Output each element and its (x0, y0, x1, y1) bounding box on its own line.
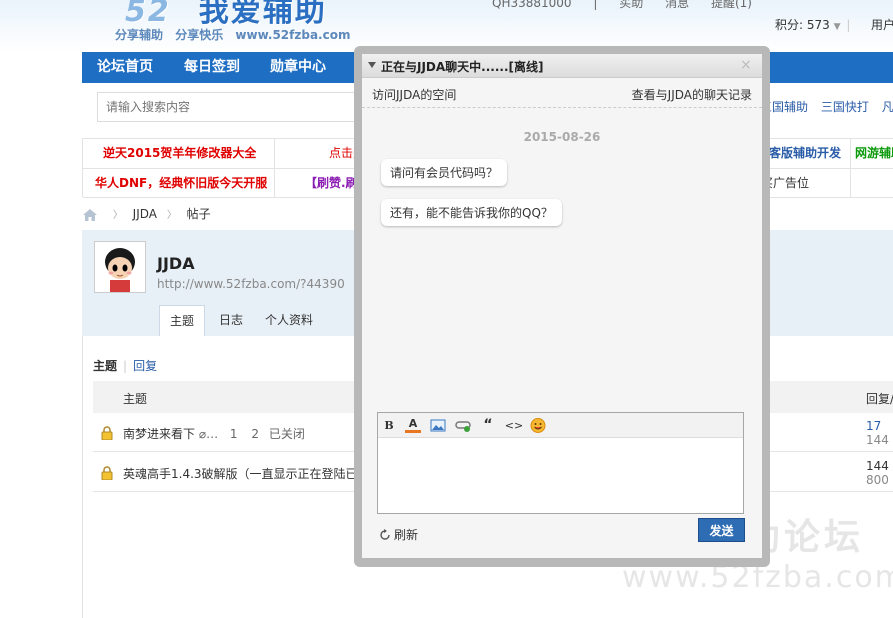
top-link-messages[interactable]: 消息 (665, 0, 689, 10)
chat-history-link[interactable]: 查看与JJDA的聊天记录 (632, 86, 752, 103)
ad-link[interactable]: 逆天2015贺羊年修改器大全 (103, 139, 256, 168)
breadcrumb-user[interactable]: JJDA (133, 207, 157, 221)
chat-window: 正在与JJDA聊天中......[离线] × 访问JJDA的空间 查看与JJDA… (362, 54, 762, 558)
lock-icon (101, 426, 113, 440)
reply-count[interactable]: 144 (866, 459, 889, 473)
top-link-notices[interactable]: 提醒(1) (711, 0, 752, 10)
divider: | (846, 18, 851, 32)
chat-message: 请问有会员代码吗？ (381, 159, 508, 186)
sub-tab-replies[interactable]: 回复 (133, 359, 157, 373)
reply-count-cell: 17 144 (866, 419, 889, 447)
tab-blog[interactable]: 日志 (211, 305, 251, 336)
bold-icon[interactable]: B (381, 418, 397, 433)
quote-icon[interactable]: “ (480, 418, 496, 433)
reply-count-cell: 144 800 (866, 459, 889, 487)
logo-number: 52 (125, 0, 171, 29)
breadcrumb-separator: 〉 (166, 210, 177, 221)
breadcrumb-current: 帖子 (186, 207, 211, 221)
breadcrumb-separator: 〉 (112, 210, 123, 221)
column-header-title: 主题 (123, 392, 148, 406)
thread-title[interactable]: 南梦进来看下 (123, 427, 195, 441)
thread-status: 已关闭 (268, 427, 305, 441)
code-icon[interactable]: <> (504, 418, 524, 433)
font-color-icon[interactable]: A (405, 418, 421, 433)
breadcrumb: 〉 JJDA 〉 帖子 (83, 205, 211, 223)
refresh-label: 刷新 (394, 528, 419, 542)
slogan-2: 分享快乐 (175, 28, 224, 42)
nav-item-signin[interactable]: 每日签到 (184, 52, 240, 83)
home-icon[interactable] (83, 208, 97, 221)
profile-username: JJDA (157, 254, 195, 273)
thread-title-cell: 英魂高手1.4.3破解版（一直显示正在登陆已解 (123, 465, 370, 482)
top-link-help[interactable]: 买助 (619, 0, 643, 10)
thread-title[interactable]: 英魂高手1.4.3破解版（一直显示正在登陆已解 (123, 467, 370, 481)
grid-line (274, 139, 275, 198)
image-icon[interactable] (430, 418, 446, 433)
lock-icon (101, 466, 113, 480)
tab-profile[interactable]: 个人资料 (257, 305, 321, 336)
tab-topics[interactable]: 主题 (159, 305, 205, 336)
hot-link-2[interactable]: 三国快打 (821, 100, 869, 114)
avatar-cartoon-icon (95, 242, 145, 292)
chat-title: 正在与JJDA聊天中......[离线] (381, 60, 544, 74)
top-link-sep: | (593, 0, 598, 10)
reply-count[interactable]: 17 (866, 419, 889, 433)
view-count: 144 (866, 433, 889, 447)
ad-link[interactable]: 客版辅助开发 (769, 139, 841, 168)
chat-links-bar: 访问JJDA的空间 查看与JJDA的聊天记录 (362, 78, 762, 108)
top-link-user[interactable]: QH33881000 (492, 0, 572, 10)
logo-slogan: 分享辅助 分享快乐 www.52fzba.com (115, 26, 358, 43)
score-text: 积分: 573 (775, 18, 830, 32)
hot-links: 三国辅助 三国快打 凡人 (760, 98, 893, 115)
sub-tab-topics[interactable]: 主题 (93, 359, 117, 373)
close-icon[interactable]: × (740, 57, 752, 73)
chevron-down-icon: ▼ (833, 22, 841, 32)
site-header: 52 我爱辅助 分享辅助 分享快乐 www.52fzba.com QH338810… (0, 0, 893, 52)
chat-message: 还有，能不能告诉我你的QQ？ (381, 199, 562, 226)
sub-tabs: 主题 | 回复 (93, 357, 157, 374)
nav-item-home[interactable]: 论坛首页 (97, 52, 153, 83)
profile-url[interactable]: http://www.52fzba.com/?44390 (157, 277, 345, 291)
ad-link[interactable]: 网游辅助 (855, 139, 893, 168)
link-icon[interactable] (455, 418, 471, 433)
top-links: QH33881000 | 买助 消息 提醒(1) (492, 0, 770, 11)
page-link[interactable]: 1 (230, 427, 238, 441)
collapse-icon[interactable] (368, 62, 376, 68)
page-link[interactable]: 2 (251, 427, 259, 441)
slogan-1: 分享辅助 (115, 28, 164, 42)
refresh-button[interactable]: 刷新 (379, 526, 418, 543)
editor-toolbar: B A “ <> (378, 413, 743, 438)
emoji-icon[interactable] (530, 418, 546, 433)
message-input[interactable] (378, 438, 743, 513)
logo-text: 我爱辅助 (198, 0, 327, 29)
score-display[interactable]: 积分: 573 ▼ | (775, 16, 850, 33)
avatar[interactable] (94, 241, 146, 293)
user-menu[interactable]: 用户 (871, 16, 893, 33)
visit-space-link[interactable]: 访问JJDA的空间 (372, 86, 456, 103)
grid-line (850, 139, 851, 198)
hot-link-3[interactable]: 凡人 (882, 100, 893, 114)
thread-ellipsis: … (206, 427, 219, 441)
view-count: 800 (866, 473, 889, 487)
attachment-icon: ⌀ (198, 427, 207, 441)
column-header-replies: 回复/ (866, 392, 893, 406)
send-button[interactable]: 发送 (698, 518, 745, 542)
slogan-url: www.52fzba.com (235, 28, 351, 42)
chat-editor: B A “ <> (377, 412, 744, 514)
thread-title-cell: 南梦进来看下 ⌀… 1 2 已关闭 (123, 425, 305, 442)
chat-date: 2015-08-26 (523, 130, 601, 144)
ad-link[interactable]: 华人DNF，经典怀旧版今天开服 (95, 169, 267, 198)
chat-title-bar[interactable]: 正在与JJDA聊天中......[离线] × (362, 54, 762, 78)
nav-item-medals[interactable]: 勋章中心 (270, 52, 326, 83)
search-input[interactable] (97, 92, 367, 122)
divider: | (123, 359, 128, 373)
refresh-icon (380, 529, 390, 540)
